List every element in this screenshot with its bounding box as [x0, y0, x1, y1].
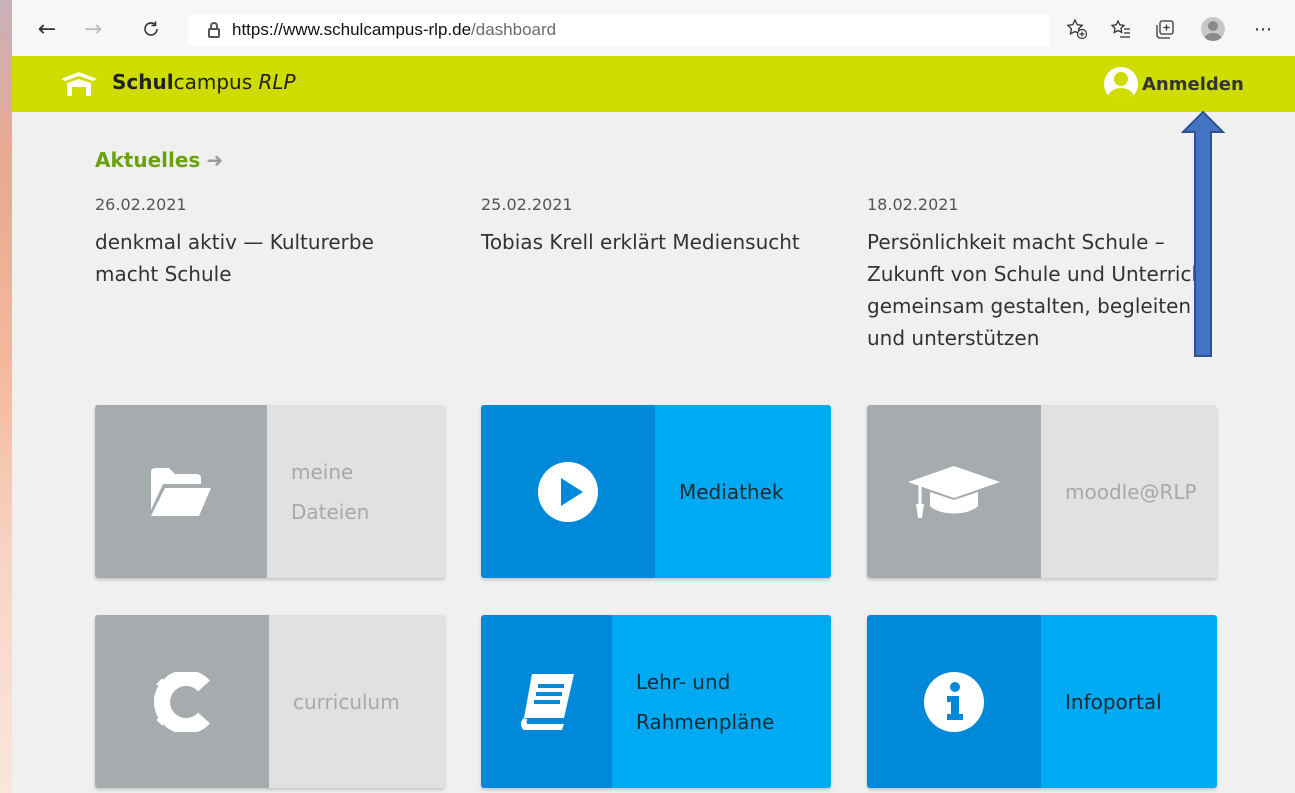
news-date: 26.02.2021: [95, 195, 187, 214]
tile-label: Infoportal: [1041, 615, 1217, 788]
tile-mediathek[interactable]: Mediathek: [481, 405, 831, 578]
graduation-cap-icon: [867, 405, 1041, 578]
annotation-arrow: [1180, 110, 1226, 358]
brand-title[interactable]: Schulcampus RLP: [112, 70, 296, 94]
news-item[interactable]: 26.02.2021 denkmal aktiv — Kulturerbe ma…: [95, 195, 425, 290]
lock-icon: [208, 22, 220, 38]
tile-moodle[interactable]: moodle@RLP: [867, 405, 1217, 578]
forward-arrow-icon[interactable]: →: [78, 14, 108, 44]
tile-label: Mediathek: [655, 405, 831, 578]
arrow-right-icon: ➜: [206, 148, 224, 172]
tile-label: meine Dateien: [267, 405, 445, 578]
refresh-icon[interactable]: [136, 14, 166, 44]
login-label: Anmelden: [1142, 73, 1244, 95]
add-favorite-icon[interactable]: [1062, 14, 1092, 44]
url-text: https://www.schulcampus-rlp.de/dashboard: [232, 20, 557, 39]
collections-icon[interactable]: [1150, 14, 1180, 44]
site-header: Schulcampus RLP Anmelden: [12, 56, 1295, 112]
news-date: 18.02.2021: [867, 195, 959, 214]
gear-c-icon: [95, 615, 269, 788]
schulcampus-logo-icon[interactable]: [60, 71, 98, 97]
tile-label: Lehr- und Rahmenpläne: [612, 615, 831, 788]
tile-meine-dateien[interactable]: meine Dateien: [95, 405, 445, 578]
news-date: 25.02.2021: [481, 195, 573, 214]
tile-label: moodle@RLP: [1041, 405, 1217, 578]
user-icon: [1104, 67, 1138, 101]
info-circle-icon: [867, 615, 1041, 788]
news-heading-label: Aktuelles: [95, 148, 201, 172]
news-title[interactable]: Persönlichkeit macht Schule – Zukunft vo…: [867, 226, 1212, 354]
more-icon[interactable]: ⋯: [1248, 14, 1278, 44]
desktop-background-strip: [0, 0, 12, 793]
news-item[interactable]: 18.02.2021 Persönlichkeit macht Schule –…: [867, 195, 1212, 354]
login-button[interactable]: Anmelden: [1104, 66, 1244, 102]
news-title[interactable]: denkmal aktiv — Kulturerbe macht Schule: [95, 226, 425, 290]
address-bar[interactable]: https://www.schulcampus-rlp.de/dashboard: [188, 14, 1050, 46]
play-circle-icon: [481, 405, 655, 578]
folder-open-icon: [95, 405, 267, 578]
favorites-icon[interactable]: [1106, 14, 1136, 44]
profile-icon[interactable]: [1198, 14, 1228, 44]
tile-curriculum[interactable]: curriculum: [95, 615, 445, 788]
tile-label: curriculum: [269, 615, 445, 788]
back-arrow-icon[interactable]: ←: [32, 14, 62, 44]
tile-infoportal[interactable]: Infoportal: [867, 615, 1217, 788]
news-heading-link[interactable]: Aktuelles ➜: [95, 148, 223, 172]
browser-toolbar: ← → https://www.schulcampus-rlp.de/dashb…: [12, 0, 1295, 56]
news-title[interactable]: Tobias Krell erklärt Mediensucht: [481, 226, 851, 258]
news-item[interactable]: 25.02.2021 Tobias Krell erklärt Mediensu…: [481, 195, 851, 258]
book-icon: [481, 615, 612, 788]
tile-lehr-und-rahmenplaene[interactable]: Lehr- und Rahmenpläne: [481, 615, 831, 788]
